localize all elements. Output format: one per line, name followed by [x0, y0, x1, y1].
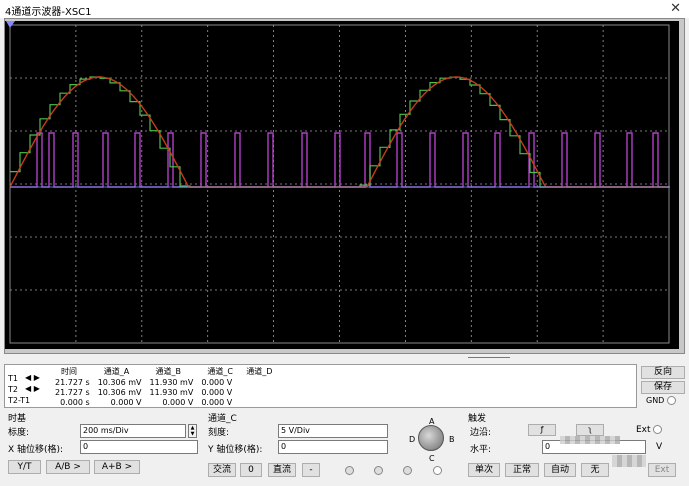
t2-left-arrow-icon[interactable]: ◀: [25, 384, 31, 393]
dc-coupling-button[interactable]: 直流: [268, 463, 296, 477]
row-label-t2-t1: T2-T1: [8, 396, 31, 405]
window-title: 4通道示波器-XSC1: [5, 7, 92, 18]
col-time: 时间: [61, 367, 77, 376]
readout-table: 时间 通道_A 通道_B 通道_C 通道_D 21.727 s 10.306 m…: [53, 366, 276, 407]
zero-coupling-button[interactable]: 0: [240, 463, 262, 477]
channel-scale-field[interactable]: 5 V/Div: [278, 424, 388, 438]
radio-icon[interactable]: [403, 466, 412, 475]
watermark: [612, 455, 646, 467]
normal-mode-button[interactable]: 正常: [505, 463, 539, 477]
gnd-label: GND: [646, 396, 665, 405]
cursor-readout: T1 T2 T2-T1 ◀ ▶ ◀ ▶ 时间 通道_A 通道_B 通道_C 通道…: [4, 364, 637, 408]
t2-right-arrow-icon[interactable]: ▶: [34, 384, 40, 393]
table-row: 21.727 s 10.306 mV 11.930 mV 0.000 V: [55, 387, 233, 397]
selector-d-label: D: [409, 435, 416, 444]
xpos-field[interactable]: 0: [80, 440, 198, 454]
level-label: 水平:: [470, 445, 492, 455]
auto-mode-button[interactable]: 自动: [544, 463, 576, 477]
table-row: 0.000 s 0.000 V 0.000 V 0.000 V: [60, 397, 233, 407]
gnd-control[interactable]: GND: [646, 396, 676, 405]
radio-icon[interactable]: [433, 466, 442, 475]
selector-a-label: A: [429, 417, 435, 426]
ypos-label: Y 轴位移(格):: [208, 445, 263, 455]
watermark: [560, 436, 620, 444]
single-mode-button[interactable]: 单次: [468, 463, 500, 477]
timebase-spinner[interactable]: ▲ ▼: [188, 424, 197, 438]
channel-title: 通道_C: [208, 414, 237, 424]
ext-label: Ext: [636, 425, 651, 435]
timebase-title: 时基: [8, 414, 27, 424]
timebase-scale-label: 标度:: [8, 428, 30, 438]
ac-coupling-button[interactable]: 交流: [208, 463, 236, 477]
close-icon[interactable]: ✕: [670, 1, 681, 16]
trigger-title: 触发: [468, 414, 487, 424]
radio-icon[interactable]: [653, 425, 662, 434]
col-b: 通道_B: [155, 367, 182, 376]
cursor-arrows: ◀ ▶ ◀ ▶: [25, 372, 40, 394]
col-c: 通道_C: [207, 367, 233, 376]
col-a: 通道_A: [103, 367, 130, 376]
title-bar: 4通道示波器-XSC1 ✕: [0, 0, 689, 18]
selector-b-label: B: [449, 435, 455, 444]
ypos-field[interactable]: 0: [278, 440, 388, 454]
radio-icon[interactable]: [345, 466, 354, 475]
radio-icon[interactable]: [666, 396, 676, 405]
timebase-scale-field[interactable]: 200 ms/Div: [80, 424, 186, 438]
ext-trigger-button[interactable]: Ext: [648, 463, 676, 477]
panel-splitter[interactable]: [468, 357, 510, 358]
reverse-button[interactable]: 反向: [641, 366, 685, 379]
t1-right-arrow-icon[interactable]: ▶: [34, 373, 40, 382]
selector-c-label: C: [429, 454, 435, 463]
rising-edge-button[interactable]: ƒ: [528, 424, 556, 436]
ab-button[interactable]: A/B >: [46, 460, 90, 474]
radio-icon[interactable]: [374, 466, 383, 475]
channel-scale-label: 刻度:: [208, 428, 230, 438]
t1-left-arrow-icon[interactable]: ◀: [25, 373, 31, 382]
edge-label: 边沿:: [470, 428, 492, 438]
falling-edge-button[interactable]: ʅ: [576, 424, 604, 436]
level-unit: V: [656, 442, 663, 452]
xpos-label: X 轴位移(格):: [8, 445, 64, 455]
pulse-trace: [10, 132, 669, 188]
yt-button[interactable]: Y/T: [8, 460, 41, 474]
scope-screen: [5, 21, 679, 349]
scope-plot: [6, 21, 670, 344]
save-button[interactable]: 保存: [641, 381, 685, 394]
a-plus-b-button[interactable]: A+B >: [94, 460, 140, 474]
none-mode-button[interactable]: 无: [581, 463, 609, 477]
channel-selector-knob[interactable]: [418, 425, 444, 451]
col-d: 通道_D: [246, 367, 273, 376]
minus-button[interactable]: -: [302, 463, 320, 477]
table-row: 21.727 s 10.306 mV 11.930 mV 0.000 V: [55, 377, 233, 387]
